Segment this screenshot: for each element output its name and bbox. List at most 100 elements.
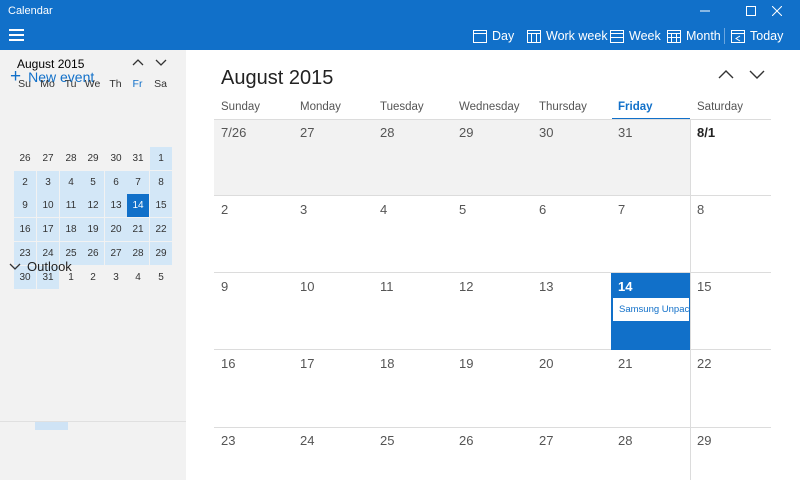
minimize-button[interactable] (682, 0, 728, 22)
day-number[interactable]: 12 (459, 279, 473, 294)
mini-calendar-day[interactable]: 2 (82, 266, 104, 289)
today-button[interactable]: Today (731, 22, 783, 50)
toolbar-separator (724, 28, 725, 44)
month-view-button[interactable]: Month (667, 22, 721, 50)
day-number[interactable]: 22 (697, 356, 711, 371)
day-number[interactable]: 27 (539, 433, 553, 448)
day-number[interactable]: 17 (300, 356, 314, 371)
hamburger-menu-icon[interactable] (9, 29, 24, 42)
day-number[interactable]: 18 (380, 356, 394, 371)
day-number[interactable]: 31 (618, 125, 632, 140)
weekday-header: Thursday (539, 101, 587, 113)
day-number[interactable]: 8 (697, 202, 704, 217)
day-number[interactable]: 9 (221, 279, 228, 294)
mini-calendar-day[interactable]: 2 (14, 171, 36, 194)
mini-calendar-day[interactable]: 17 (37, 218, 59, 241)
day-number[interactable]: 29 (459, 125, 473, 140)
week-view-button[interactable]: Week (610, 22, 661, 50)
day-number[interactable]: 28 (380, 125, 394, 140)
mini-calendar-day[interactable]: 27 (37, 147, 59, 170)
mini-calendar-day[interactable]: 19 (82, 218, 104, 241)
sidebar-bottom-tab[interactable] (35, 422, 68, 430)
day-number[interactable]: 10 (300, 279, 314, 294)
mini-calendar-day[interactable]: 27 (105, 242, 127, 265)
mini-calendar-day[interactable]: 9 (14, 194, 36, 217)
mini-calendar-day[interactable]: 20 (105, 218, 127, 241)
mini-calendar-day[interactable]: 5 (150, 266, 172, 289)
week-view-label: Week (629, 29, 661, 43)
mini-calendar-next-icon[interactable] (153, 54, 169, 70)
weekday-header: Tuesday (380, 101, 424, 113)
weekday-header: Sunday (221, 101, 261, 113)
day-number[interactable]: 8/1 (697, 125, 715, 140)
outlook-account-toggle[interactable]: Outlook (9, 259, 72, 274)
day-number[interactable]: 7 (618, 202, 625, 217)
mini-calendar-weekday: Tu (64, 78, 77, 90)
mini-calendar-day[interactable]: 12 (82, 194, 104, 217)
month-title: August 2015 (221, 67, 334, 89)
day-number[interactable]: 27 (300, 125, 314, 140)
mini-calendar-day[interactable]: 7 (127, 171, 149, 194)
mini-calendar-day[interactable]: 5 (82, 171, 104, 194)
title-bar: Calendar (0, 0, 800, 22)
mini-calendar-day[interactable]: 10 (37, 194, 59, 217)
day-number[interactable]: 29 (697, 433, 711, 448)
mini-calendar-day[interactable]: 3 (105, 266, 127, 289)
mini-calendar-weekday: Th (109, 78, 122, 90)
mini-calendar-day[interactable]: 28 (127, 242, 149, 265)
event-chip[interactable]: Samsung Unpacked (612, 298, 689, 321)
day-number[interactable]: 4 (380, 202, 387, 217)
mini-calendar-day[interactable]: 30 (105, 147, 127, 170)
day-number[interactable]: 16 (221, 356, 235, 371)
day-number[interactable]: 11 (380, 279, 394, 294)
previous-month-icon[interactable] (717, 67, 735, 81)
mini-calendar-day[interactable]: 4 (127, 266, 149, 289)
mini-calendar-day[interactable]: 26 (14, 147, 36, 170)
mini-calendar-day[interactable]: 18 (60, 218, 82, 241)
mini-calendar-day[interactable]: 3 (37, 171, 59, 194)
mini-calendar-day[interactable]: 14 (127, 194, 149, 217)
day-number[interactable]: 2 (221, 202, 228, 217)
mini-calendar-day[interactable]: 26 (82, 242, 104, 265)
today-day-number[interactable]: 14 (618, 279, 632, 294)
grid-row-line (214, 195, 771, 196)
mini-calendar-weekday: Fr (132, 78, 143, 90)
day-number[interactable]: 7/26 (221, 125, 246, 140)
mini-calendar-previous-icon[interactable] (130, 54, 146, 70)
day-number[interactable]: 26 (459, 433, 473, 448)
day-number[interactable]: 30 (539, 125, 553, 140)
mini-calendar-day[interactable]: 31 (127, 147, 149, 170)
mini-calendar-day[interactable]: 29 (150, 242, 172, 265)
day-number[interactable]: 6 (539, 202, 546, 217)
day-number[interactable]: 20 (539, 356, 553, 371)
mini-calendar-day[interactable]: 1 (150, 147, 172, 170)
mini-calendar-day[interactable]: 16 (14, 218, 36, 241)
work-week-view-button[interactable]: Work week (527, 22, 608, 50)
mini-calendar-day[interactable]: 13 (105, 194, 127, 217)
mini-calendar-day[interactable]: 28 (60, 147, 82, 170)
next-month-icon[interactable] (748, 67, 766, 81)
mini-calendar-day[interactable]: 29 (82, 147, 104, 170)
mini-calendar-day[interactable]: 22 (150, 218, 172, 241)
day-number[interactable]: 3 (300, 202, 307, 217)
day-number[interactable]: 13 (539, 279, 553, 294)
close-button[interactable] (754, 0, 800, 22)
day-number[interactable]: 24 (300, 433, 314, 448)
mini-calendar-day[interactable]: 8 (150, 171, 172, 194)
mini-calendar-weekday: We (84, 78, 101, 90)
day-number[interactable]: 15 (697, 279, 711, 294)
mini-calendar-month-label[interactable]: August 2015 (17, 57, 84, 71)
day-number[interactable]: 28 (618, 433, 632, 448)
day-number[interactable]: 21 (618, 356, 632, 371)
toolbar: Day Work week Week Month Today (0, 22, 800, 50)
day-view-button[interactable]: Day (473, 22, 514, 50)
mini-calendar-day[interactable]: 21 (127, 218, 149, 241)
mini-calendar-day[interactable]: 11 (60, 194, 82, 217)
day-number[interactable]: 5 (459, 202, 466, 217)
mini-calendar-day[interactable]: 4 (60, 171, 82, 194)
day-number[interactable]: 23 (221, 433, 235, 448)
mini-calendar-day[interactable]: 6 (105, 171, 127, 194)
mini-calendar-day[interactable]: 15 (150, 194, 172, 217)
day-number[interactable]: 25 (380, 433, 394, 448)
day-number[interactable]: 19 (459, 356, 473, 371)
